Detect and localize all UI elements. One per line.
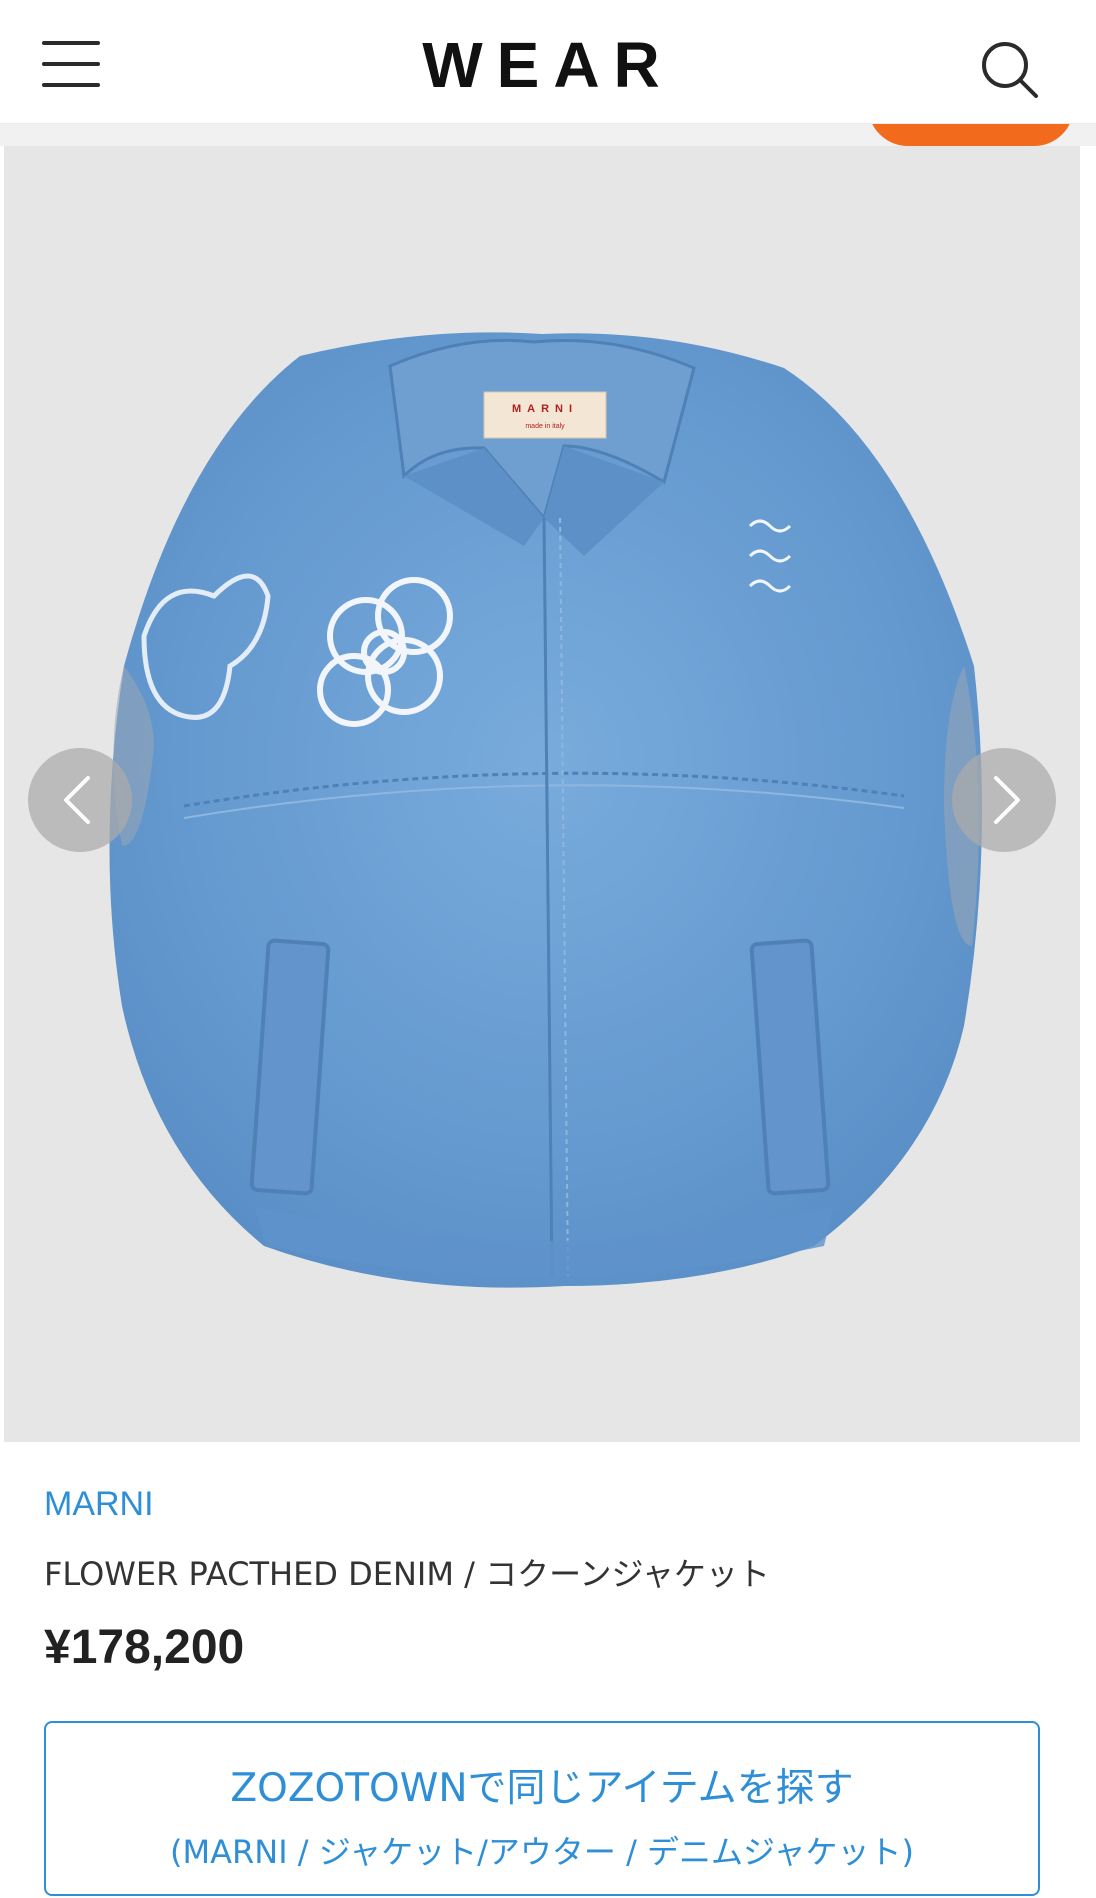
svg-text:MARNI: MARNI <box>512 403 578 415</box>
zozotown-search-button[interactable]: ZOZOTOWNで同じアイテムを探す (MARNI / ジャケット/アウター /… <box>44 1721 1040 1896</box>
wear-logo[interactable]: WEAR <box>0 28 1096 102</box>
zozotown-button-label: ZOZOTOWNで同じアイテムを探す <box>230 1766 854 1811</box>
zozotown-button-category: (MARNI / ジャケット/アウター / デニムジャケット) <box>170 1833 914 1871</box>
carousel-prev-button[interactable] <box>28 748 132 852</box>
chevron-right-icon <box>994 776 1020 824</box>
product-name: FLOWER PACTHED DENIM / コクーンジャケット <box>44 1555 770 1593</box>
top-header: WEAR <box>0 0 1096 124</box>
search-icon[interactable] <box>978 38 1042 102</box>
product-image-carousel[interactable]: MARNI made in italy <box>4 146 1080 1442</box>
carousel-next-button[interactable] <box>952 748 1056 852</box>
chevron-left-icon <box>64 776 90 824</box>
product-price: ¥178,200 <box>44 1621 245 1674</box>
product-image: MARNI made in italy <box>109 332 982 1288</box>
svg-text:made in italy: made in italy <box>525 423 565 430</box>
brand-link[interactable]: MARNI <box>44 1485 154 1524</box>
